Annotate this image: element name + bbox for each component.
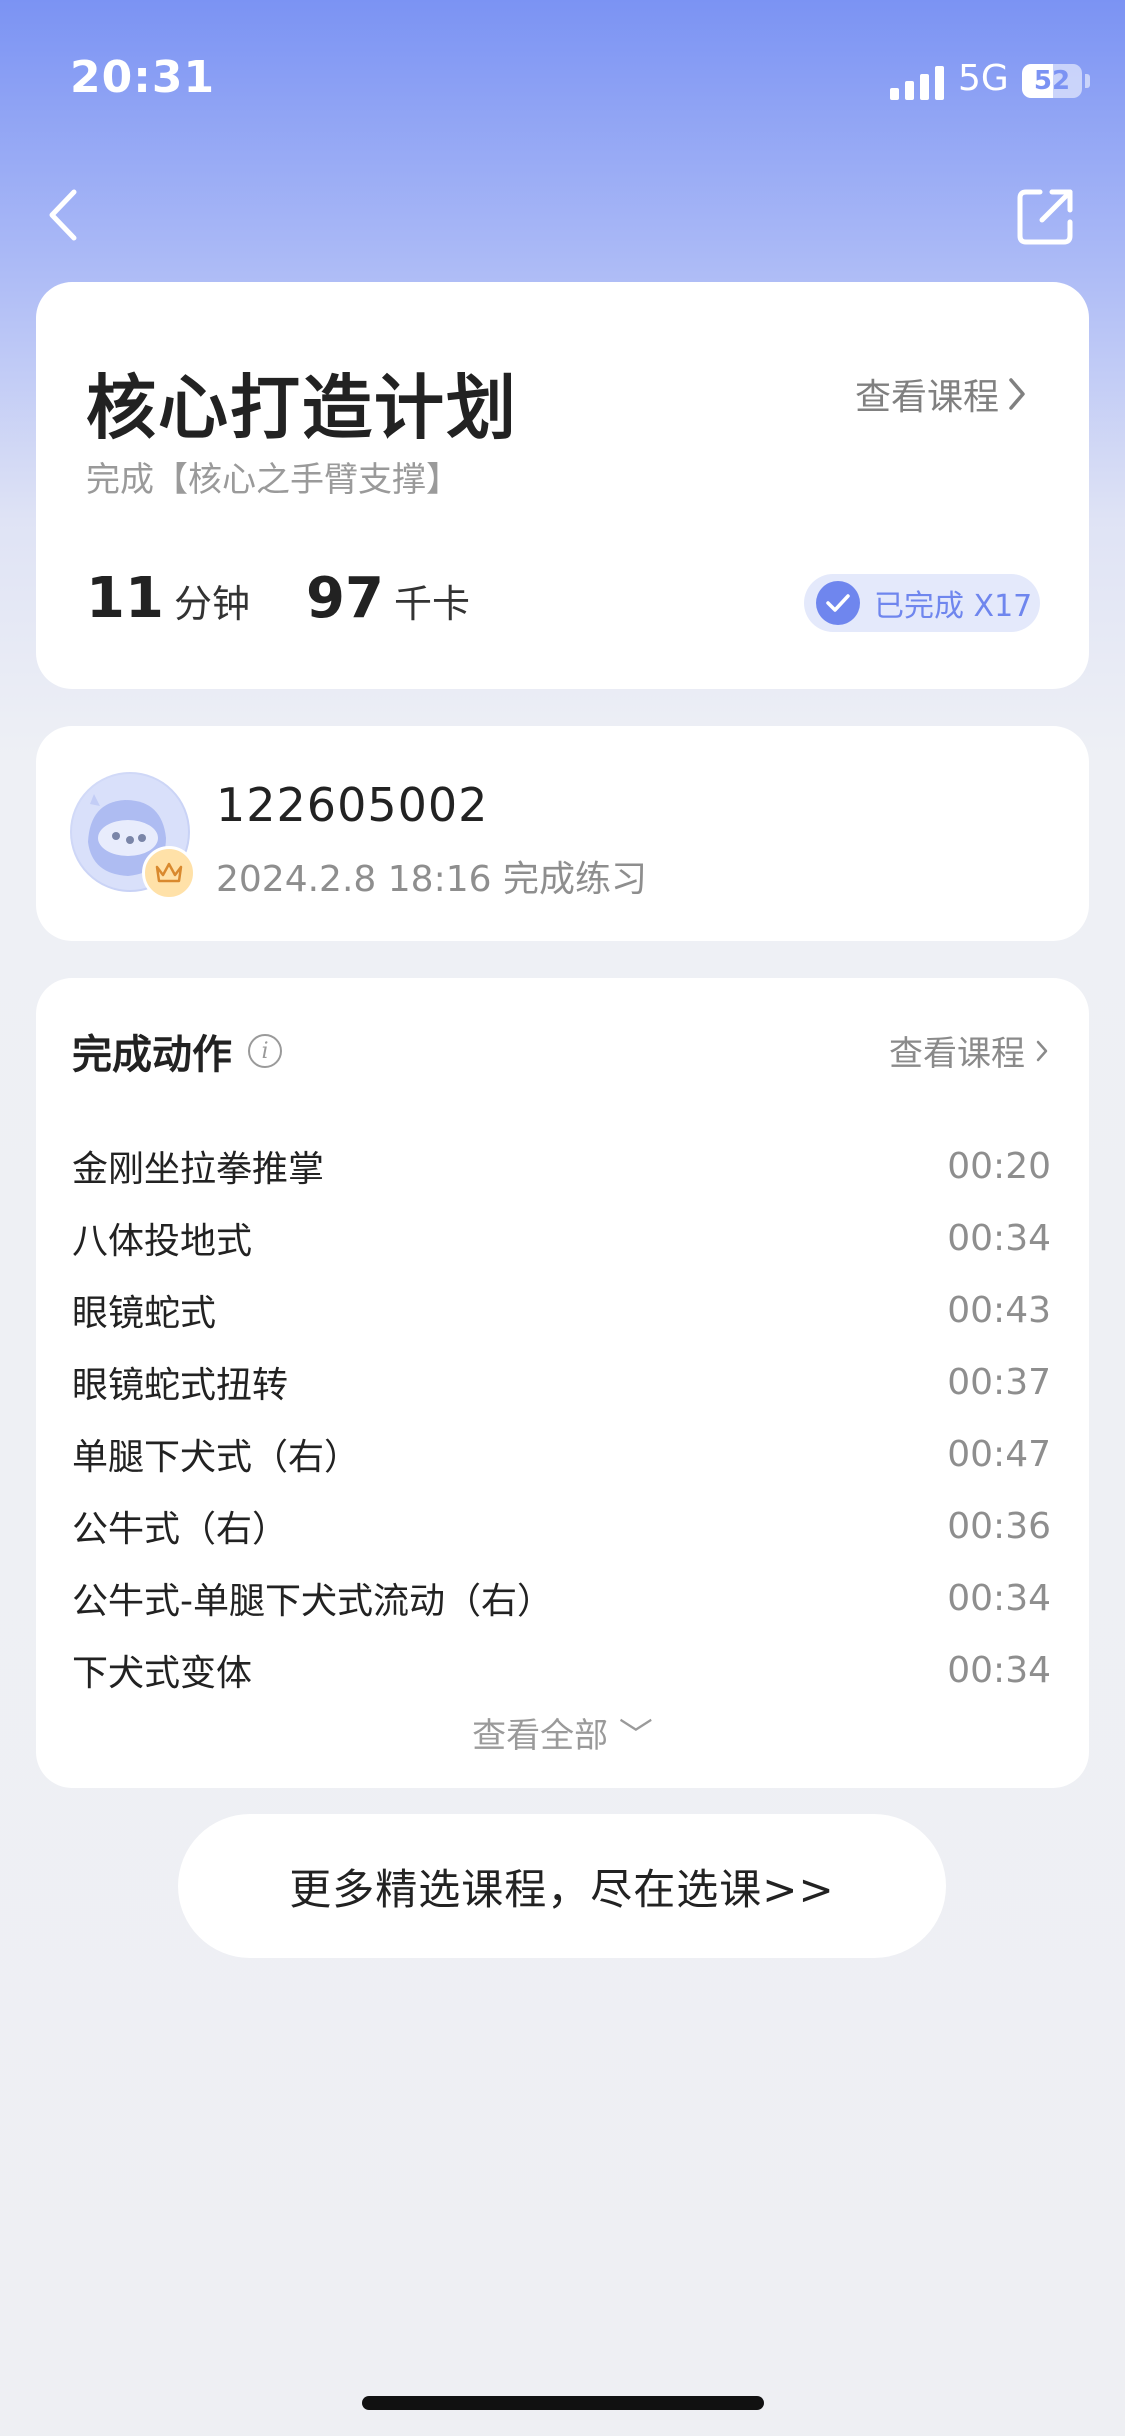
status-bar: 20:31 5G 52 xyxy=(0,0,1125,150)
action-row[interactable]: 公牛式-单腿下犬式流动（右） 00:34 xyxy=(72,1562,1051,1634)
back-button[interactable] xyxy=(36,180,96,250)
signal-icon xyxy=(890,66,946,100)
view-all-button[interactable]: 查看全部 ﹀ xyxy=(36,1708,1089,1757)
battery-icon: 52 xyxy=(1022,64,1082,98)
check-icon xyxy=(816,581,860,625)
minutes-stat: 11 分钟 xyxy=(86,566,250,631)
actions-title: 完成动作 xyxy=(72,1032,232,1078)
kcal-stat: 97 千卡 xyxy=(306,566,470,631)
action-row[interactable]: 金刚坐拉拳推掌 00:20 xyxy=(72,1130,1051,1202)
status-time: 20:31 xyxy=(70,52,216,103)
kcal-unit: 千卡 xyxy=(393,582,470,626)
action-duration: 00:34 xyxy=(947,1217,1051,1259)
home-indicator xyxy=(362,2396,764,2410)
user-id: 122605002 xyxy=(216,778,489,832)
action-name: 眼镜蛇式扭转 xyxy=(72,1365,289,1406)
action-name: 下犬式变体 xyxy=(72,1653,253,1694)
action-list: 金刚坐拉拳推掌 00:20 八体投地式 00:34 眼镜蛇式 00:43 眼镜蛇… xyxy=(72,1130,1051,1706)
completed-count: 已完成 X17 xyxy=(874,589,1033,624)
action-name: 眼镜蛇式 xyxy=(72,1293,217,1334)
action-row[interactable]: 单腿下犬式（右） 00:47 xyxy=(72,1418,1051,1490)
more-courses-button[interactable]: 更多精选课程，尽在选课>> xyxy=(178,1814,946,1958)
action-row[interactable]: 下犬式变体 00:34 xyxy=(72,1634,1051,1706)
crown-icon xyxy=(142,846,196,900)
network-type: 5G xyxy=(958,58,1009,99)
actions-section-title: 完成动作 i xyxy=(72,1022,282,1080)
chevron-right-icon xyxy=(1009,378,1025,410)
user-record-card: 122605002 2024.2.8 18:16 完成练习 xyxy=(36,726,1089,941)
action-duration: 00:20 xyxy=(947,1145,1051,1187)
action-name: 金刚坐拉拳推掌 xyxy=(72,1149,325,1190)
action-name: 公牛式（右） xyxy=(72,1509,289,1550)
kcal-value: 97 xyxy=(306,566,384,631)
plan-summary-card: 核心打造计划 查看课程 完成【核心之手臂支撑】 11 分钟 97 千卡 已完成 … xyxy=(36,282,1089,689)
info-icon[interactable]: i xyxy=(248,1034,282,1068)
minutes-value: 11 xyxy=(86,566,164,631)
view-course-link-2[interactable]: 查看课程 xyxy=(889,1026,1049,1075)
battery-percent: 52 xyxy=(1033,66,1071,96)
plan-subtitle: 完成【核心之手臂支撑】 xyxy=(86,460,460,500)
view-course-label-2: 查看课程 xyxy=(889,1034,1025,1074)
action-duration: 00:34 xyxy=(947,1577,1051,1619)
action-row[interactable]: 眼镜蛇式 00:43 xyxy=(72,1274,1051,1346)
action-row[interactable]: 公牛式（右） 00:36 xyxy=(72,1490,1051,1562)
share-external-icon xyxy=(1017,189,1073,245)
chevron-right-icon xyxy=(1036,1040,1048,1061)
action-duration: 00:37 xyxy=(947,1361,1051,1403)
action-duration: 00:43 xyxy=(947,1289,1051,1331)
action-duration: 00:36 xyxy=(947,1505,1051,1547)
action-duration: 00:34 xyxy=(947,1649,1051,1691)
chevron-left-icon xyxy=(49,189,77,241)
action-name: 八体投地式 xyxy=(72,1221,253,1262)
completion-time: 2024.2.8 18:16 完成练习 xyxy=(216,859,647,900)
action-name: 公牛式-单腿下犬式流动（右） xyxy=(72,1581,553,1622)
action-duration: 00:47 xyxy=(947,1433,1051,1475)
view-course-label: 查看课程 xyxy=(854,377,999,418)
share-button[interactable] xyxy=(1010,182,1080,252)
view-course-link[interactable]: 查看课程 xyxy=(855,368,1027,420)
completed-badge: 已完成 X17 xyxy=(804,574,1040,632)
plan-title: 核心打造计划 xyxy=(86,367,518,449)
completed-actions-card: 完成动作 i 查看课程 金刚坐拉拳推掌 00:20 八体投地式 00:34 眼镜… xyxy=(36,978,1089,1788)
avatar[interactable] xyxy=(70,772,196,900)
action-name: 单腿下犬式（右） xyxy=(72,1437,361,1478)
action-row[interactable]: 眼镜蛇式扭转 00:37 xyxy=(72,1346,1051,1418)
minutes-unit: 分钟 xyxy=(173,582,250,626)
action-row[interactable]: 八体投地式 00:34 xyxy=(72,1202,1051,1274)
